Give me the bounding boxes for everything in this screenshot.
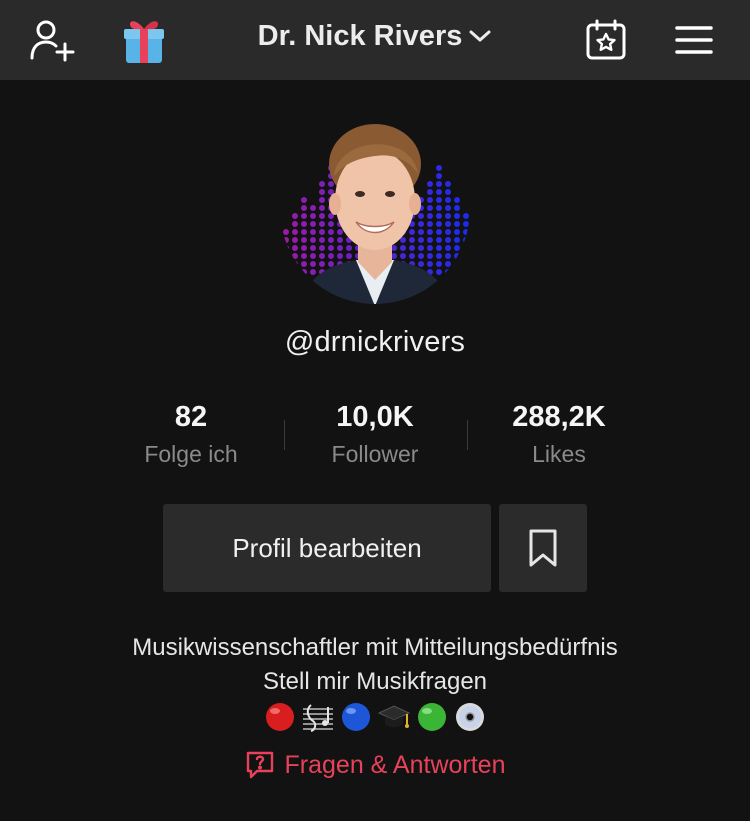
green-circle-icon bbox=[414, 700, 450, 734]
profile-handle: @drnickrivers bbox=[284, 326, 466, 358]
account-switcher[interactable]: Dr. Nick Rivers bbox=[200, 14, 550, 58]
stat-likes[interactable]: 288,2K Likes bbox=[469, 398, 649, 472]
question-bubble-icon bbox=[246, 751, 273, 779]
qa-link[interactable]: Fragen & Antworten bbox=[0, 750, 750, 780]
stat-followers-value: 10,0K bbox=[336, 401, 414, 433]
chevron-down-icon bbox=[468, 28, 492, 44]
bio-emojis bbox=[0, 700, 750, 734]
account-name: Dr. Nick Rivers bbox=[257, 19, 463, 52]
dvd-icon bbox=[452, 700, 488, 734]
bio-line: Musikwissenschaftler mit Mitteilungsbedü… bbox=[132, 634, 618, 661]
stat-likes-label: Likes bbox=[532, 441, 586, 467]
stat-following[interactable]: 82 Folge ich bbox=[101, 398, 281, 472]
top-bar: Dr. Nick Rivers bbox=[0, 0, 750, 80]
stat-likes-value: 288,2K bbox=[512, 401, 606, 433]
avatar[interactable] bbox=[278, 112, 472, 306]
qa-link-label: Fragen & Antworten bbox=[284, 750, 506, 779]
blue-circle-icon bbox=[338, 700, 374, 734]
bio-line: Stell mir Musikfragen bbox=[262, 668, 488, 695]
gift-icon[interactable] bbox=[116, 12, 172, 68]
edit-profile-button[interactable]: Profil bearbeiten bbox=[163, 504, 491, 592]
red-circle-icon bbox=[262, 700, 298, 734]
graduation-cap-icon bbox=[376, 700, 412, 734]
bookmark-button[interactable] bbox=[499, 504, 587, 592]
add-user-icon[interactable] bbox=[24, 12, 80, 68]
stat-divider bbox=[467, 420, 468, 450]
calendar-star-icon[interactable] bbox=[578, 12, 634, 68]
bookmark-icon bbox=[529, 529, 557, 567]
menu-icon[interactable] bbox=[666, 12, 722, 68]
stat-followers-label: Follower bbox=[331, 441, 419, 467]
stat-following-label: Folge ich bbox=[144, 441, 238, 467]
musical-score-icon bbox=[300, 700, 336, 734]
stat-followers[interactable]: 10,0K Follower bbox=[285, 398, 465, 472]
stat-following-value: 82 bbox=[174, 401, 208, 433]
